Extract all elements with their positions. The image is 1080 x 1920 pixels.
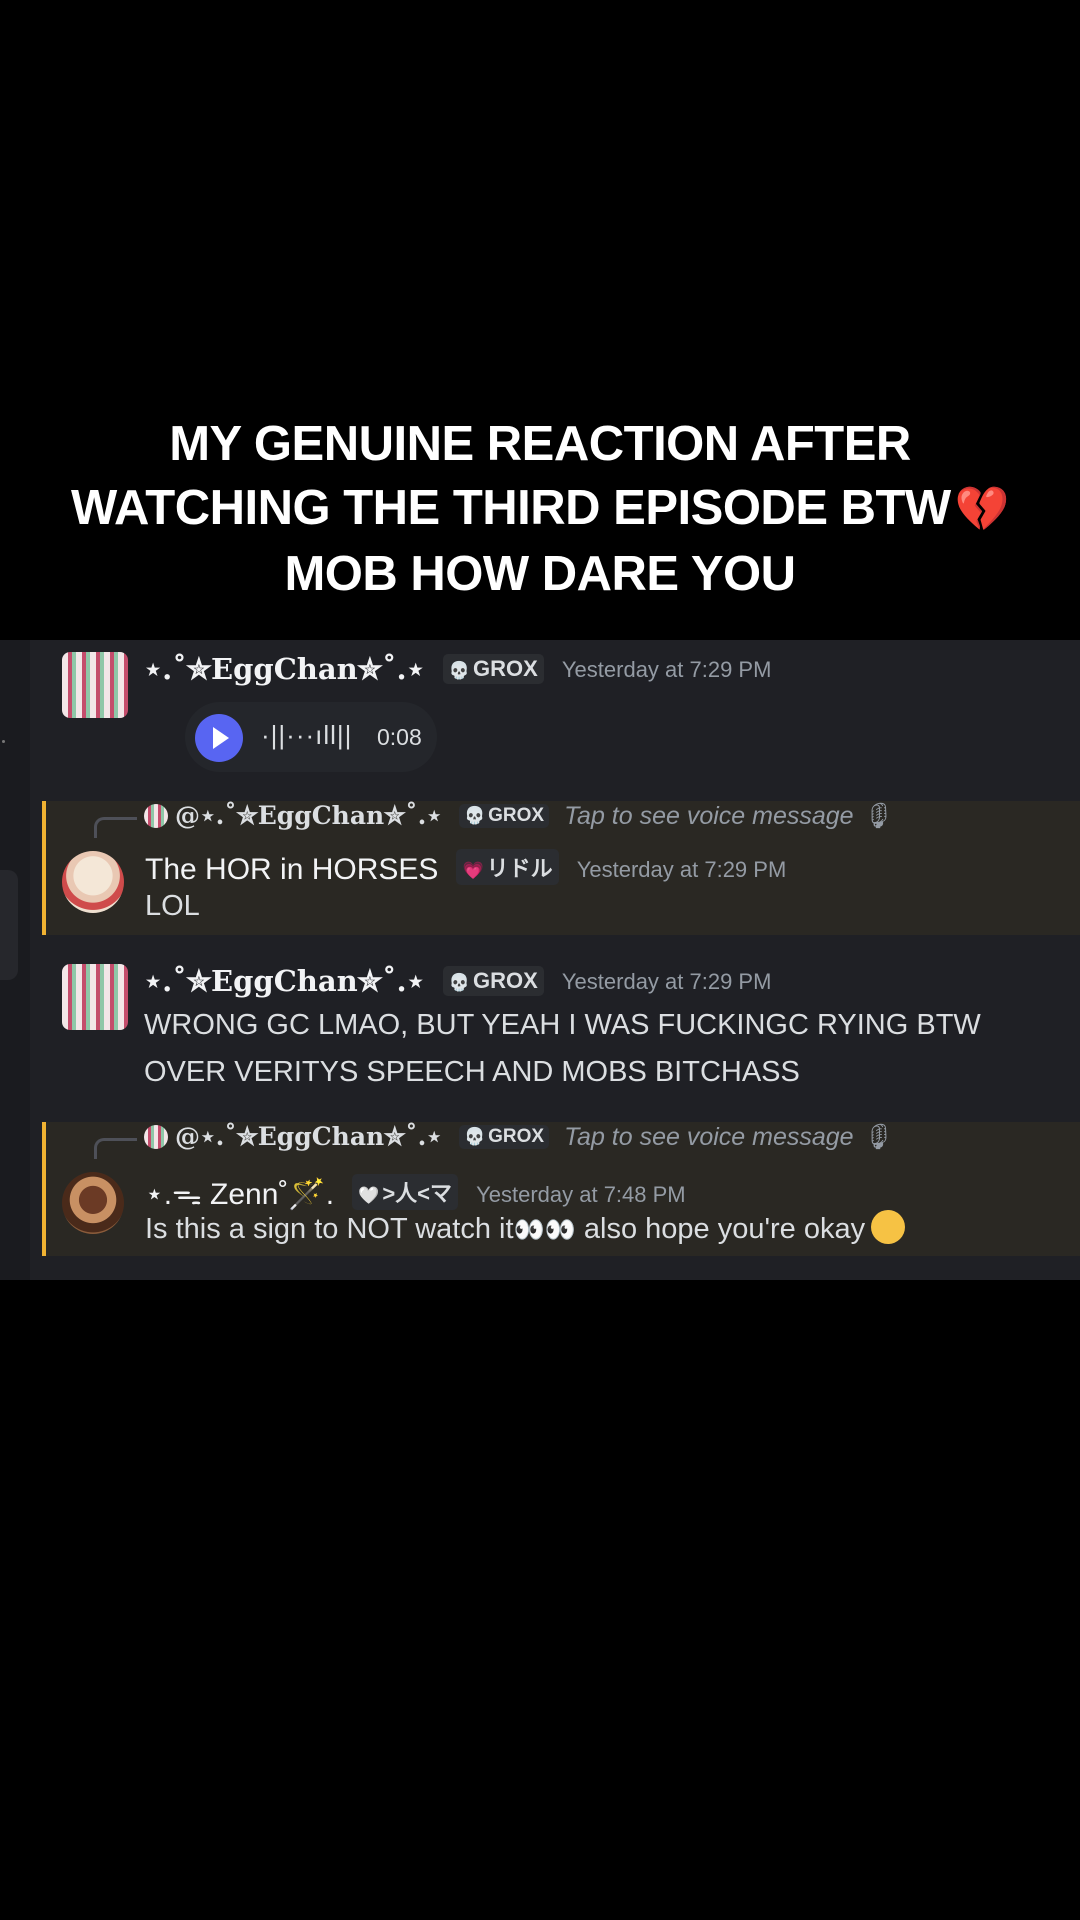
skull-icon: 💀 [448,661,471,680]
author-name[interactable]: ⋆.˚✮EggChan✮˚.⋆ [144,964,425,998]
author-name[interactable]: ⋆.˚✮EggChan✮˚.⋆ [144,652,425,686]
video-caption: MY GENUINE REACTION AFTER WATCHING THE T… [0,412,1080,606]
sidebar-panel-edge [0,870,18,980]
eyes-icon: 👀👀 [513,1216,576,1244]
pleading-face-icon [871,1210,906,1244]
reply-role-tag: 💀 GROX [458,1125,550,1149]
skull-icon: 💀 [463,1127,486,1146]
broken-heart-icon: 💔 [954,485,1010,534]
author-name[interactable]: The HOR in HORSES [145,853,438,886]
reply-preview: Tap to see voice message 🎙 [564,1123,893,1151]
message-text-line-1: WRONG GC LMAO, BUT YEAH I WAS FUCKINGC R… [144,1009,981,1041]
reply-author: @⋆.˚✮EggChan✮˚.⋆ [174,1122,443,1151]
reply-avatar [144,1125,168,1149]
reply-reference[interactable]: @⋆.˚✮EggChan✮˚.⋆ 💀 GROX Tap to see voice … [144,1122,892,1152]
white-heart-icon: 🤍 [358,1186,380,1205]
reply-avatar [144,804,168,828]
heart-icon: 💗 [462,861,484,880]
sidebar-dot [2,740,5,743]
reply-reference[interactable]: @⋆.˚✮EggChan✮˚.⋆ 💀 GROX Tap to see voice … [144,801,892,831]
avatar[interactable] [62,851,124,913]
message-text: Is this a sign to NOT watch it👀👀 also ho… [145,1206,906,1254]
message-text-line-2: OVER VERITYS SPEECH AND MOBS BITCHASS [144,1056,800,1088]
avatar[interactable] [62,1172,124,1234]
voice-message-player[interactable]: ·||···ıll|| 0:08 [185,702,437,772]
timestamp: Yesterday at 7:48 PM [476,1182,686,1207]
message-2[interactable]: @⋆.˚✮EggChan✮˚.⋆ 💀 GROX Tap to see voice … [42,801,1080,935]
reply-preview: Tap to see voice message 🎙 [564,802,893,830]
caption-line-1: MY GENUINE REACTION AFTER [169,417,911,471]
message-1[interactable]: ⋆.˚✮EggChan✮˚.⋆ 💀 GROX Yesterday at 7:29 … [38,640,1080,790]
role-tag[interactable]: 💀 GROX [442,654,544,684]
message-text: LOL [145,890,200,922]
reply-connector [94,817,137,838]
role-tag[interactable]: 🤍 >人<マ [352,1174,459,1210]
waveform[interactable]: ·||···ıll|| [261,720,352,751]
chat-screenshot: ⋆.˚✮EggChan✮˚.⋆ 💀 GROX Yesterday at 7:29 … [0,640,1080,1280]
timestamp: Yesterday at 7:29 PM [576,857,787,882]
reply-author: @⋆.˚✮EggChan✮˚.⋆ [174,801,443,830]
skull-icon: 💀 [463,806,486,825]
message-4[interactable]: @⋆.˚✮EggChan✮˚.⋆ 💀 GROX Tap to see voice … [42,1122,1080,1256]
voice-duration: 0:08 [377,724,422,750]
role-tag[interactable]: 💗 リドル [456,849,559,885]
caption-line-3: MOB HOW DARE YOU [284,547,796,601]
reply-role-tag: 💀 GROX [458,804,550,828]
timestamp: Yesterday at 7:29 PM [561,969,772,994]
role-tag[interactable]: 💀 GROX [442,966,544,996]
avatar[interactable] [62,964,128,1030]
avatar[interactable] [62,652,128,718]
play-icon[interactable] [195,714,243,762]
skull-icon: 💀 [448,973,471,992]
caption-line-2: WATCHING THE THIRD EPISODE BTW [71,481,951,535]
message-3[interactable]: ⋆.˚✮EggChan✮˚.⋆ 💀 GROX Yesterday at 7:29 … [38,952,1080,1102]
timestamp: Yesterday at 7:29 PM [561,657,772,682]
reply-connector [94,1138,137,1159]
